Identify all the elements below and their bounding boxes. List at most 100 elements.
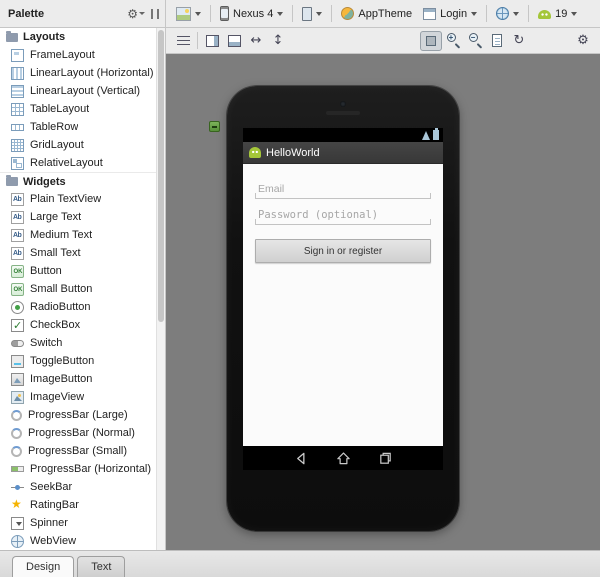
palette-title: Palette: [8, 7, 45, 20]
progressbar-circular-icon: [11, 409, 22, 421]
palette-section-layouts[interactable]: Layouts: [0, 28, 156, 46]
zoom-in-button[interactable]: [442, 31, 464, 51]
zoom-out-icon: [468, 33, 483, 48]
password-field[interactable]: [255, 204, 431, 225]
palette-scrollbar[interactable]: [156, 28, 165, 550]
linearlayout-horizontal-icon: [11, 66, 24, 80]
palette-item-relativelayout[interactable]: RelativeLayout: [0, 154, 156, 172]
linearlayout-vertical-icon: [11, 84, 24, 98]
top-bar: Palette ⚙ Nexus 4 AppTheme Login 19: [0, 0, 600, 28]
refresh-button[interactable]: ↻: [508, 31, 530, 51]
palette-item-label: TableRow: [30, 121, 79, 133]
split-vertical-button[interactable]: [201, 31, 223, 51]
warning-marker[interactable]: [209, 121, 220, 132]
palette-item-label: ToggleButton: [30, 355, 95, 367]
seekbar-icon: [11, 480, 24, 494]
palette-item-tablelayout[interactable]: TableLayout: [0, 100, 156, 118]
palette-item-gridlayout[interactable]: GridLayout: [0, 136, 156, 154]
palette-item-large-text[interactable]: Large Text: [0, 208, 156, 226]
expand-horizontal-button[interactable]: ↔: [245, 31, 267, 51]
palette-item-small-text[interactable]: Small Text: [0, 244, 156, 262]
design-canvas[interactable]: HelloWorld Sign in or register: [166, 54, 600, 550]
hide-panel-icon[interactable]: [151, 8, 159, 19]
activity-selector[interactable]: Login: [418, 6, 482, 22]
folder-icon: [6, 30, 18, 42]
folder-icon: [6, 175, 18, 186]
palette-item-label: WebView: [30, 535, 77, 547]
palette-item-label: SeekBar: [30, 481, 73, 493]
locale-selector[interactable]: [491, 5, 524, 22]
expand-vertical-button[interactable]: ↕: [267, 31, 289, 51]
theme-icon: [341, 7, 355, 20]
palette-item-medium-text[interactable]: Medium Text: [0, 226, 156, 244]
palette-item-progressbar-normal[interactable]: ProgressBar (Normal): [0, 424, 156, 442]
device-screen[interactable]: HelloWorld Sign in or register: [243, 128, 443, 470]
device-selector[interactable]: Nexus 4: [215, 4, 288, 23]
palette-item-label: Spinner: [30, 517, 68, 529]
palette-item-label: Plain TextView: [30, 193, 102, 205]
email-field[interactable]: [255, 178, 431, 199]
page-icon: [492, 34, 502, 47]
app-title: HelloWorld: [266, 146, 320, 159]
scrollbar-thumb[interactable]: [158, 30, 164, 323]
webview-icon: [11, 534, 24, 548]
palette-item-progressbar-horizontal[interactable]: ProgressBar (Horizontal): [0, 460, 156, 478]
palette-item-togglebutton[interactable]: ToggleButton: [0, 352, 156, 370]
palette-item-label: RatingBar: [30, 499, 79, 511]
palette-item-linearlayout-vertical[interactable]: LinearLayout (Vertical): [0, 82, 156, 100]
palette-item-seekbar[interactable]: SeekBar: [0, 478, 156, 496]
palette-item-checkbox[interactable]: CheckBox: [0, 316, 156, 334]
palette-item-imageview[interactable]: ImageView: [0, 388, 156, 406]
zoom-in-icon: [446, 33, 461, 48]
palette-item-progressbar-small[interactable]: ProgressBar (Small): [0, 442, 156, 460]
framelayout-icon: [11, 48, 24, 62]
palette-item-tablerow[interactable]: TableRow: [0, 118, 156, 136]
palette-item-plain-textview[interactable]: Plain TextView: [0, 190, 156, 208]
render-options-button[interactable]: [171, 5, 206, 23]
gear-icon: ⚙: [577, 33, 589, 48]
spinner-icon: [11, 516, 24, 530]
option-list-button[interactable]: [172, 31, 194, 51]
zoom-actual-button[interactable]: [486, 31, 508, 51]
zoom-out-button[interactable]: [464, 31, 486, 51]
palette-item-switch[interactable]: Switch: [0, 334, 156, 352]
toolbar-divider: [486, 5, 488, 22]
palette-item-webview[interactable]: WebView: [0, 532, 156, 550]
theme-selector[interactable]: AppTheme: [336, 5, 417, 22]
palette-section-label: Widgets: [23, 175, 66, 188]
tab-design[interactable]: Design: [12, 556, 75, 577]
palette-item-label: ProgressBar (Normal): [28, 427, 135, 439]
palette-item-radiobutton[interactable]: RadioButton: [0, 298, 156, 316]
editor-mode-tabs: Design Text: [0, 550, 600, 577]
palette-item-progressbar-large[interactable]: ProgressBar (Large): [0, 406, 156, 424]
settings-button[interactable]: ⚙: [572, 31, 594, 51]
palette-section-widgets[interactable]: Widgets: [0, 172, 156, 190]
palette-item-label: FrameLayout: [30, 49, 95, 61]
toolbar-divider: [210, 5, 211, 22]
toolbar-divider: [197, 32, 198, 49]
palette-item-spinner[interactable]: Spinner: [0, 514, 156, 532]
palette-item-linearlayout-horizontal[interactable]: LinearLayout (Horizontal): [0, 64, 156, 82]
palette-item-button[interactable]: Button: [0, 262, 156, 280]
tab-text[interactable]: Text: [77, 556, 126, 577]
home-icon: [336, 451, 351, 466]
chevron-down-icon: [195, 12, 201, 16]
imagebutton-icon: [11, 372, 24, 386]
globe-icon: [496, 7, 510, 20]
orientation-selector[interactable]: [297, 5, 327, 23]
palette-item-imagebutton[interactable]: ImageButton: [0, 370, 156, 388]
palette-item-ratingbar[interactable]: RatingBar: [0, 496, 156, 514]
palette-item-label: RelativeLayout: [30, 157, 103, 169]
signin-button[interactable]: Sign in or register: [255, 239, 431, 263]
api-version-selector[interactable]: 19: [533, 6, 582, 22]
split-horizontal-button[interactable]: [223, 31, 245, 51]
orientation-icon: [302, 6, 313, 21]
wifi-icon: [422, 130, 430, 140]
palette-item-framelayout[interactable]: FrameLayout: [0, 46, 156, 64]
zoom-fit-button[interactable]: [420, 30, 442, 51]
activity-icon: [423, 7, 437, 20]
gear-icon[interactable]: ⚙: [127, 8, 145, 20]
palette-item-label: GridLayout: [30, 139, 84, 151]
palette-item-small-button[interactable]: Small Button: [0, 280, 156, 298]
chevron-down-icon: [277, 12, 284, 16]
